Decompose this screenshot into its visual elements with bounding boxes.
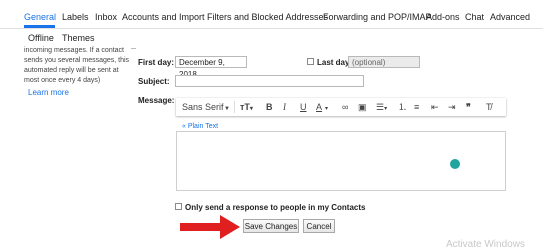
last-day-input[interactable]: (optional) [348, 56, 420, 68]
formatting-toolbar: Sans Serif ▼ ᴛT▾ B I U A ▾ ∞ ▣ ☰▾ ⒈ ≡ ⇤ … [176, 98, 506, 116]
bulleted-list-icon[interactable]: ≡ [414, 102, 419, 112]
indent-more-icon[interactable]: ⇥ [448, 102, 456, 112]
contacts-only-checkbox[interactable] [175, 203, 182, 210]
message-label: Message: [138, 96, 175, 105]
remove-formatting-icon[interactable]: T̸ [486, 102, 492, 112]
vacation-help-text: incoming messages. If a contact sends yo… [24, 47, 130, 84]
text-color-dropdown-icon[interactable]: ▾ [325, 104, 328, 114]
arrow-icon [180, 215, 240, 239]
text-color-icon[interactable]: A [316, 102, 322, 112]
tab-themes[interactable]: Themes [62, 33, 95, 43]
tab-advanced[interactable]: Advanced [490, 12, 530, 22]
text-size-icon[interactable]: ᴛT▾ [240, 102, 253, 114]
bold-icon[interactable]: B [266, 102, 273, 112]
font-family-select[interactable]: Sans Serif [182, 102, 224, 112]
image-icon[interactable]: ▣ [358, 102, 367, 112]
grammarly-icon[interactable] [450, 159, 460, 169]
toolbar-separator [234, 101, 235, 113]
contacts-only-label: Only send a response to people in my Con… [185, 203, 366, 212]
subject-input[interactable] [175, 75, 364, 87]
tab-offline[interactable]: Offline [28, 33, 54, 43]
underline-icon[interactable]: U [300, 102, 307, 112]
indent-less-icon[interactable]: ⇤ [431, 102, 439, 112]
plain-text-link[interactable]: « Plain Text [182, 123, 218, 130]
tab-accounts-and-import[interactable]: Accounts and Import [122, 12, 205, 22]
font-dropdown-icon[interactable]: ▼ [224, 104, 230, 114]
save-changes-button[interactable]: Save Changes [243, 219, 299, 233]
align-icon[interactable]: ☰▾ [376, 102, 387, 114]
tab-general[interactable]: General [24, 12, 56, 22]
tabs-divider [0, 28, 543, 29]
last-day-label: Last day: [317, 58, 353, 67]
link-icon[interactable]: ∞ [342, 102, 348, 112]
first-day-input[interactable]: December 9, 2018 [175, 56, 247, 79]
activate-windows-watermark: Activate Windows [446, 239, 525, 250]
numbered-list-icon[interactable]: ⒈ [398, 102, 407, 112]
cancel-button[interactable]: Cancel [303, 219, 335, 233]
radio-edge [131, 45, 136, 49]
tab-chat[interactable]: Chat [465, 12, 484, 22]
first-day-label: First day: [138, 58, 175, 67]
subject-label: Subject: [138, 77, 170, 86]
quote-icon[interactable]: ❞ [466, 102, 471, 112]
tab-add-ons[interactable]: Add-ons [426, 12, 460, 22]
tab-forwarding-and-pop-imap[interactable]: Forwarding and POP/IMAP [323, 12, 432, 22]
tab-inbox[interactable]: Inbox [95, 12, 117, 22]
learn-more-link[interactable]: Learn more [28, 88, 69, 97]
tab-filters-and-blocked-addresses[interactable]: Filters and Blocked Addresses [207, 12, 328, 22]
tab-labels[interactable]: Labels [62, 12, 89, 22]
italic-icon[interactable]: I [283, 102, 286, 112]
last-day-checkbox[interactable] [307, 58, 314, 65]
